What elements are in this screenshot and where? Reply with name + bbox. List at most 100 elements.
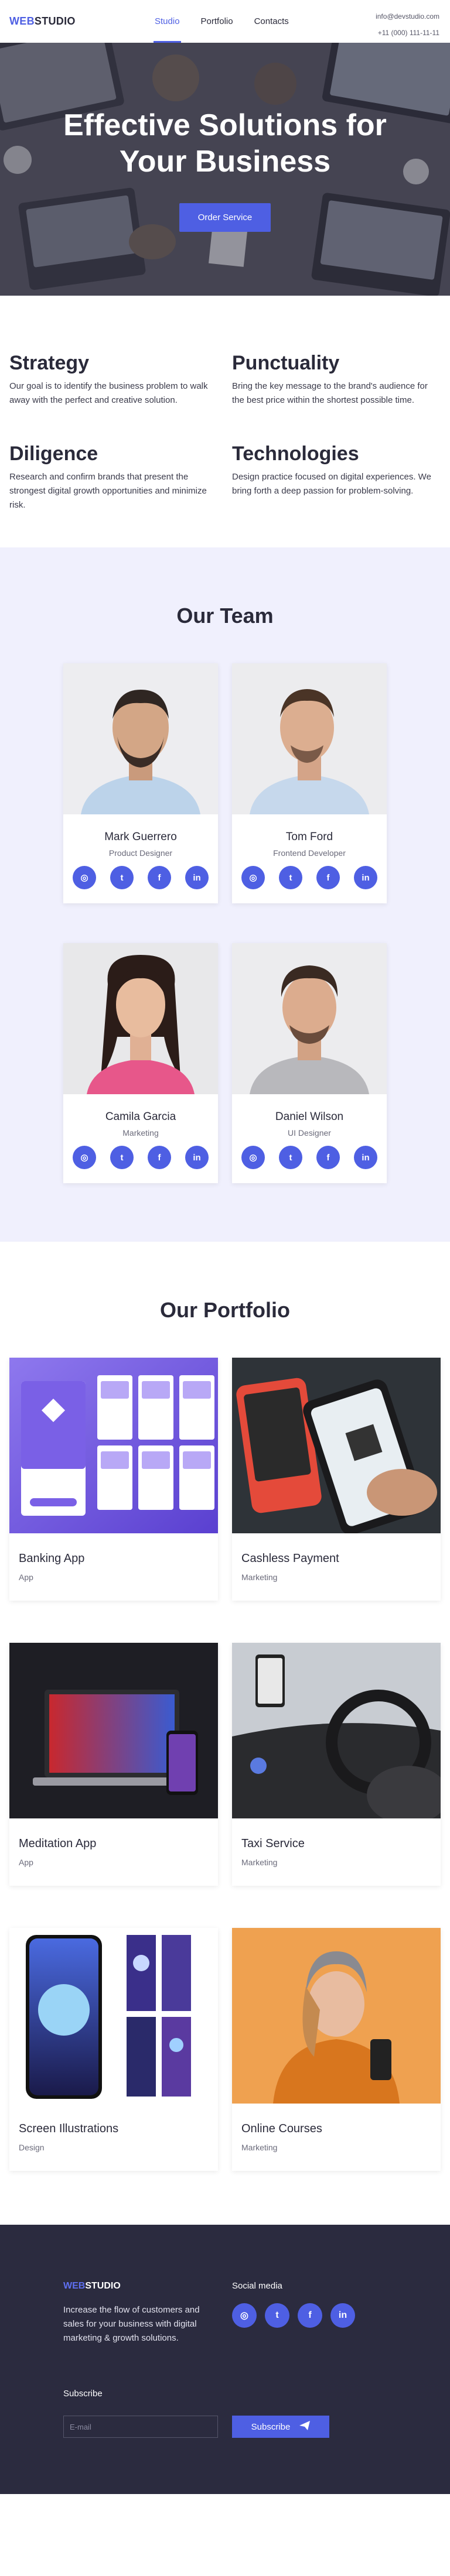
twitter-icon[interactable]: t [279,1146,302,1169]
site-header: WEBSTUDIO Studio Portfolio Contacts info… [0,0,450,43]
team-section: Our Team Mark Guerrero Product Designer … [0,547,450,1242]
project-title: Cashless Payment [241,1552,339,1565]
project-image [232,1358,441,1533]
team-member-card: Mark Guerrero Product Designer ◎ t f in [63,663,218,903]
instagram-icon[interactable]: ◎ [241,1146,265,1169]
project-image [232,1643,441,1818]
project-category: Marketing [241,1573,278,1582]
subscribe-button-label: Subscribe [251,2421,291,2432]
feature-title: Technologies [232,443,359,465]
instagram-icon[interactable]: ◎ [73,1146,96,1169]
facebook-icon[interactable]: f [316,1146,340,1169]
project-category: Design [19,2143,45,2152]
project-card[interactable]: Screen Illustrations Design [9,1928,218,2171]
project-title: Meditation App [19,1837,97,1850]
linkedin-icon[interactable]: in [354,866,377,889]
feature-title: Strategy [9,352,90,374]
send-icon [299,2421,311,2433]
member-role: Frontend Developer [273,848,346,858]
member-photo [63,943,218,1094]
twitter-icon[interactable]: t [279,866,302,889]
subscribe-button[interactable]: Subscribe [232,2416,329,2438]
feature-text: Design practice focused on digital exper… [232,472,431,496]
footer-social-title: Social media [232,2281,282,2291]
facebook-icon[interactable]: f [148,866,171,889]
project-category: App [19,1858,33,1867]
project-title: Screen Illustrations [19,2122,119,2135]
project-image [9,1358,218,1533]
portfolio-section: Our Portfolio Banking App App Cashless P… [0,1242,450,2225]
team-member-card: Daniel Wilson UI Designer ◎ t f in [232,943,387,1183]
linkedin-icon[interactable]: in [185,866,209,889]
team-grid: Mark Guerrero Product Designer ◎ t f in [63,663,387,1183]
project-image [232,1928,441,2104]
instagram-icon[interactable]: ◎ [232,2303,257,2328]
twitter-icon[interactable]: t [110,866,134,889]
member-photo [232,943,387,1094]
member-photo [232,663,387,814]
feature-strategy: Strategy Our goal is to identify the bus… [9,352,218,407]
nav-portfolio[interactable]: Portfolio [190,0,244,43]
project-title: Taxi Service [241,1837,305,1850]
project-category: App [19,1573,33,1582]
linkedin-icon[interactable]: in [354,1146,377,1169]
team-member-card: Tom Ford Frontend Developer ◎ t f in [232,663,387,903]
nav-studio[interactable]: Studio [144,0,190,43]
project-category: Marketing [241,2143,278,2152]
feature-title: Punctuality [232,352,340,374]
instagram-icon[interactable]: ◎ [73,866,96,889]
nav-contacts[interactable]: Contacts [244,0,299,43]
header-phone[interactable]: +11 (000) 111-11-11 [376,25,439,41]
member-name: Tom Ford [285,831,333,843]
portfolio-grid: Banking App App Cashless Payment Marketi… [9,1358,441,2171]
feature-text: Research and confirm brands that present… [9,472,207,510]
project-title: Online Courses [241,2122,322,2135]
feature-text: Bring the key message to the brand's aud… [232,381,428,405]
project-image [9,1643,218,1818]
member-socials: ◎ t f in [232,1146,387,1169]
team-member-card: Camila Garcia Marketing ◎ t f in [63,943,218,1183]
features-section: Strategy Our goal is to identify the bus… [0,296,450,547]
project-title: Banking App [19,1552,85,1565]
portfolio-title: Our Portfolio [160,1298,290,1322]
site-footer: WEBSTUDIO Increase the flow of customers… [0,2225,450,2494]
linkedin-icon[interactable]: in [330,2303,355,2328]
logo[interactable]: WEBSTUDIO [9,15,144,28]
subscribe-title: Subscribe [63,2389,103,2399]
member-name: Mark Guerrero [104,831,177,843]
main-nav: Studio Portfolio Contacts [144,0,299,43]
project-image [9,1928,218,2104]
member-socials: ◎ t f in [232,866,387,889]
twitter-icon[interactable]: t [265,2303,289,2328]
linkedin-icon[interactable]: in [185,1146,209,1169]
feature-technologies: Technologies Design practice focused on … [232,443,441,512]
order-service-button[interactable]: Order Service [179,203,271,232]
member-name: Daniel Wilson [275,1111,344,1123]
member-role: Marketing [122,1128,159,1138]
project-card[interactable]: Online Courses Marketing [232,1928,441,2171]
hero-title: Effective Solutions for Your Business [63,108,387,179]
twitter-icon[interactable]: t [110,1146,134,1169]
team-title: Our Team [176,604,274,628]
feature-title: Diligence [9,443,98,465]
facebook-icon[interactable]: f [148,1146,171,1169]
project-card[interactable]: Cashless Payment Marketing [232,1358,441,1601]
instagram-icon[interactable]: ◎ [241,866,265,889]
project-card[interactable]: Meditation App App [9,1643,218,1886]
member-socials: ◎ t f in [63,1146,218,1169]
hero-section: Effective Solutions for Your Business Or… [0,43,450,296]
facebook-icon[interactable]: f [298,2303,322,2328]
project-card[interactable]: Taxi Service Marketing [232,1643,441,1886]
footer-socials: ◎ t f in [232,2303,355,2328]
project-category: Marketing [241,1858,278,1867]
header-email[interactable]: info@devstudio.com [376,8,439,25]
project-card[interactable]: Banking App App [9,1358,218,1601]
member-role: Product Designer [108,848,173,858]
feature-text: Our goal is to identify the business pro… [9,381,208,405]
email-input[interactable] [63,2416,218,2438]
member-name: Camila Garcia [105,1111,176,1123]
facebook-icon[interactable]: f [316,866,340,889]
header-contacts: info@devstudio.com +11 (000) 111-11-11 [376,8,439,41]
feature-punctuality: Punctuality Bring the key message to the… [232,352,441,407]
member-role: UI Designer [288,1128,331,1138]
